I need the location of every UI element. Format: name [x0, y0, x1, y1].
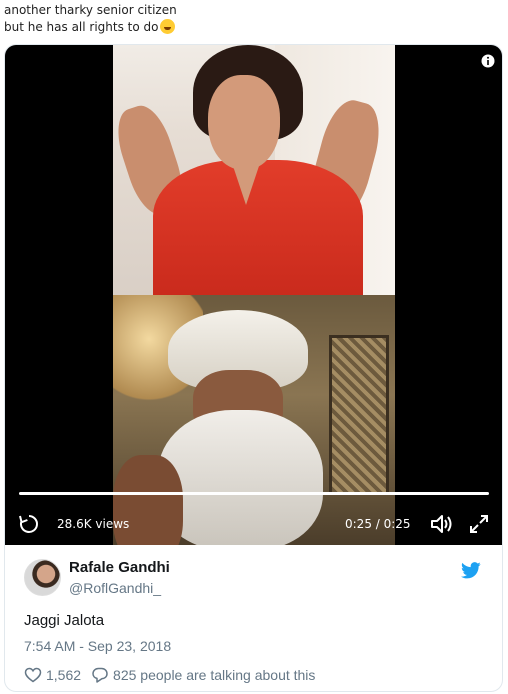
info-icon[interactable]	[481, 53, 495, 68]
fullscreen-icon[interactable]	[467, 512, 491, 536]
embedded-tweet-card[interactable]: 28.6K views 0:25 / 0:25 Rafale Gandhi @R…	[4, 44, 503, 692]
comment-bubble-icon[interactable]	[91, 666, 109, 684]
video-frame-top	[113, 45, 395, 295]
video-progress-bar[interactable]	[19, 492, 489, 495]
tweet-timestamp[interactable]: 7:54 AM - Sep 23, 2018	[24, 638, 171, 654]
laughing-emoji-icon	[159, 19, 175, 34]
video-controls: 28.6K views 0:25 / 0:25	[5, 505, 502, 545]
tweet-text: Jaggi Jalota	[24, 612, 105, 629]
playback-time: 0:25 / 0:25	[345, 517, 411, 531]
avatar[interactable]	[24, 559, 61, 596]
video-player[interactable]: 28.6K views 0:25 / 0:25	[5, 45, 502, 545]
post-caption: another tharky senior citizen but he has…	[4, 2, 177, 36]
heart-icon[interactable]	[24, 666, 42, 684]
replay-icon[interactable]	[17, 512, 41, 536]
display-name[interactable]: Rafale Gandhi	[69, 559, 170, 576]
caption-line-2-text: but he has all rights to do	[4, 20, 159, 34]
twitter-bird-icon[interactable]	[461, 562, 481, 580]
tweet-body: Rafale Gandhi @RoflGandhi_ Jaggi Jalota …	[5, 545, 502, 691]
volume-icon[interactable]	[429, 512, 455, 536]
caption-line-2: but he has all rights to do	[4, 19, 177, 36]
like-count[interactable]: 1,562	[46, 667, 81, 683]
talking-count[interactable]: 825 people are talking about this	[113, 667, 315, 683]
caption-line-1: another tharky senior citizen	[4, 3, 177, 17]
user-handle[interactable]: @RoflGandhi_	[69, 580, 161, 596]
engagement-row: 1,562 825 people are talking about this	[24, 665, 315, 685]
view-count: 28.6K views	[57, 517, 130, 531]
